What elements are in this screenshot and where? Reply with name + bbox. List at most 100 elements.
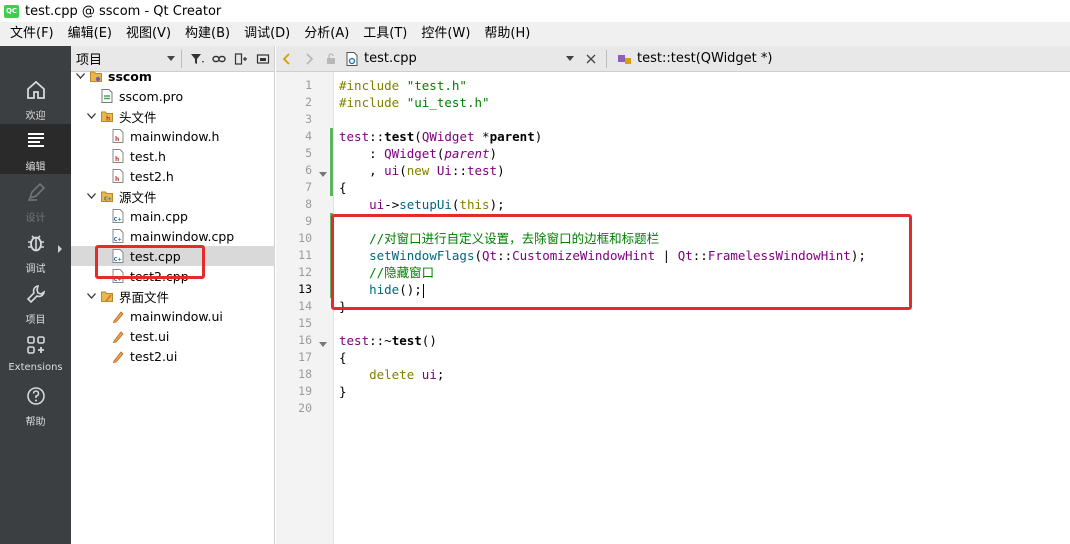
line-number-gutter: 1 2 3 4 5 6 7 8 9 10 11 12 13 14 15 16 17 18 19 20 bbox=[276, 72, 334, 544]
tree-file-item[interactable]: C+ mainwindow.cpp bbox=[71, 226, 275, 246]
chevron-down-icon[interactable] bbox=[86, 191, 96, 201]
tree-folder[interactable]: sscom bbox=[71, 66, 275, 86]
folder-h-file-icon: h bbox=[101, 109, 113, 123]
fold-arrow-icon[interactable] bbox=[319, 167, 327, 177]
tree-folder[interactable]: C+ 源文件 bbox=[71, 186, 275, 206]
line-number: 2 bbox=[305, 95, 312, 109]
code-token: * bbox=[474, 129, 490, 144]
code-line[interactable]: #include "test.h" bbox=[339, 77, 467, 94]
tree-file-item[interactable]: h test2.h bbox=[71, 166, 275, 186]
tree-item-label: mainwindow.ui bbox=[130, 308, 223, 324]
mode-debug[interactable]: 调试 bbox=[0, 226, 71, 276]
line-number: 1 bbox=[305, 78, 312, 92]
go-back-icon[interactable] bbox=[276, 49, 298, 69]
toolbar-separator bbox=[606, 49, 607, 68]
code-line[interactable]: : QWidget(parent) bbox=[339, 145, 497, 162]
line-number: 10 bbox=[298, 231, 312, 245]
code-token: #include bbox=[339, 78, 407, 93]
ui-file-icon bbox=[112, 329, 124, 344]
debug-mode-arrow-icon[interactable] bbox=[58, 245, 62, 253]
help-icon bbox=[25, 385, 47, 411]
code-token: ) bbox=[489, 146, 498, 161]
code-line[interactable]: ui->setupUi(this); bbox=[339, 196, 505, 213]
tree-folder[interactable]: 界面文件 bbox=[71, 286, 275, 306]
code-line[interactable]: #include "ui_test.h" bbox=[339, 94, 490, 111]
annotation-highlight-code bbox=[331, 214, 912, 310]
tree-item-label: 源文件 bbox=[119, 189, 157, 205]
chevron-down-icon[interactable] bbox=[86, 111, 96, 121]
mode-home[interactable]: 欢迎 bbox=[0, 73, 71, 123]
mode-label: Extensions bbox=[8, 362, 63, 373]
menu-item-4[interactable]: 调试(D) bbox=[237, 22, 297, 46]
open-documents-combo[interactable]: test.cpp bbox=[342, 48, 580, 70]
code-line[interactable]: test::~test() bbox=[339, 332, 437, 349]
svg-text:C+: C+ bbox=[114, 237, 122, 243]
mode-help[interactable]: 帮助 bbox=[0, 379, 71, 429]
tree-file-item[interactable]: mainwindow.ui bbox=[71, 306, 275, 326]
tree-file-item[interactable]: h mainwindow.h bbox=[71, 126, 275, 146]
window-title: test.cpp @ sscom - Qt Creator bbox=[25, 3, 222, 19]
line-number: 8 bbox=[305, 197, 312, 211]
fold-arrow-icon[interactable] bbox=[319, 337, 327, 347]
code-line[interactable]: , ui(new Ui::test) bbox=[339, 162, 505, 179]
tree-file-item[interactable]: C+ main.cpp bbox=[71, 206, 275, 226]
tree-file-item[interactable]: sscom.pro bbox=[71, 86, 275, 106]
line-number: 14 bbox=[298, 299, 312, 313]
line-number: 7 bbox=[305, 180, 312, 194]
tree-item-label: test2.h bbox=[130, 168, 174, 184]
tree-item-label: mainwindow.h bbox=[130, 128, 220, 144]
menu-item-1[interactable]: 编辑(E) bbox=[61, 22, 119, 46]
tree-file-item[interactable]: h test.h bbox=[71, 146, 275, 166]
tree-file-item[interactable]: test.ui bbox=[71, 326, 275, 346]
menu-item-5[interactable]: 分析(A) bbox=[297, 22, 356, 46]
current-function: test::test(QWidget *) bbox=[637, 51, 773, 66]
code-token: test bbox=[391, 333, 422, 348]
tree-item-label: test2.ui bbox=[130, 348, 178, 364]
close-document-icon[interactable] bbox=[580, 49, 602, 69]
menu-item-3[interactable]: 构建(B) bbox=[178, 22, 237, 46]
line-number: 15 bbox=[298, 316, 312, 330]
code-token: , bbox=[339, 163, 385, 178]
code-token: test bbox=[339, 333, 370, 348]
mode-edit[interactable]: 编辑 bbox=[0, 124, 71, 174]
mode-label: 编辑 bbox=[25, 162, 46, 173]
code-token: ); bbox=[489, 197, 505, 212]
menu-item-7[interactable]: 控件(W) bbox=[414, 22, 477, 46]
line-number: 19 bbox=[298, 384, 312, 398]
tree-file-item[interactable]: test2.ui bbox=[71, 346, 275, 366]
code-token: :: bbox=[369, 129, 385, 144]
code-token: :: bbox=[451, 163, 467, 178]
mode-wrench[interactable]: 项目 bbox=[0, 277, 71, 327]
code-token: -> bbox=[384, 197, 400, 212]
code-line[interactable]: { bbox=[339, 179, 347, 196]
menu-item-0[interactable]: 文件(F) bbox=[3, 22, 61, 46]
folder-cpp-file-icon: C+ bbox=[101, 189, 113, 203]
symbol-combo[interactable]: test::test(QWidget *) bbox=[617, 51, 772, 66]
ui-file-icon bbox=[112, 309, 124, 324]
menu-item-6[interactable]: 工具(T) bbox=[356, 22, 414, 46]
code-line[interactable]: } bbox=[339, 383, 347, 400]
open-file-name: test.cpp bbox=[364, 51, 417, 66]
chevron-down-icon[interactable] bbox=[86, 291, 96, 301]
code-token: delete bbox=[369, 367, 415, 382]
code-line[interactable]: test::test(QWidget *parent) bbox=[339, 128, 542, 145]
chevron-down-icon[interactable] bbox=[75, 71, 85, 81]
go-forward-icon[interactable] bbox=[298, 49, 320, 69]
line-number: 18 bbox=[298, 367, 312, 381]
menu-item-8[interactable]: 帮助(H) bbox=[477, 22, 537, 46]
cpp-file-icon: C+ bbox=[112, 229, 124, 243]
code-token: this bbox=[459, 197, 490, 212]
code-line[interactable]: { bbox=[339, 349, 347, 366]
menu-item-2[interactable]: 视图(V) bbox=[119, 22, 178, 46]
view-selector-arrow-icon[interactable] bbox=[165, 55, 177, 62]
wrench-icon bbox=[25, 283, 47, 309]
editor-toolbar: test.cpp test::test(QWidget *) bbox=[276, 46, 1070, 72]
mode-extensions[interactable]: Extensions bbox=[0, 328, 71, 378]
tree-folder[interactable]: h 头文件 bbox=[71, 106, 275, 126]
combo-arrow-icon[interactable] bbox=[566, 55, 574, 62]
code-line[interactable]: delete ui; bbox=[339, 366, 444, 383]
code-token: ( bbox=[399, 163, 407, 178]
